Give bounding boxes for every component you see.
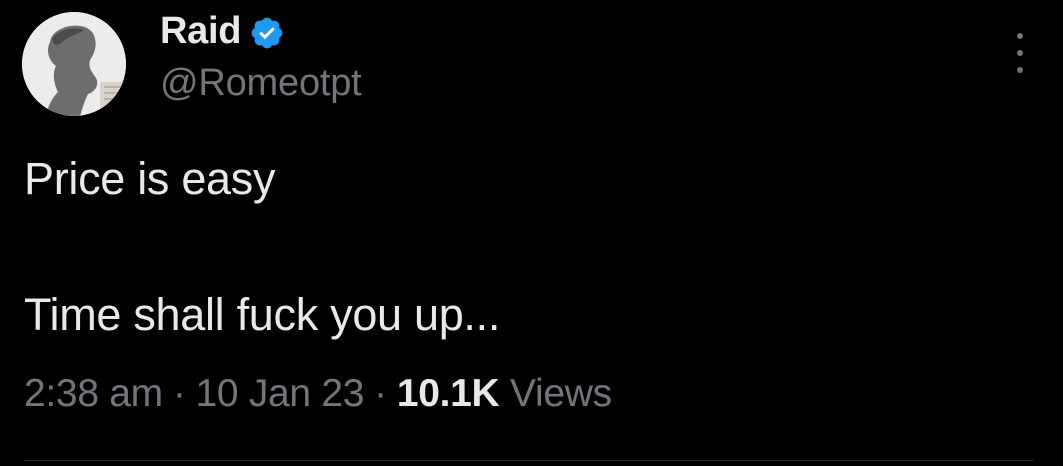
meta-separator: ·	[374, 372, 387, 415]
more-options-icon-dot	[1017, 67, 1023, 73]
tweet-text-line: Price is easy	[24, 153, 276, 204]
tweet-meta: 2:38 am · 10 Jan 23 · 10.1K Views	[24, 372, 612, 416]
views-label: Views	[509, 372, 612, 415]
tweet-card: Raid @Romeotpt Price is easy Time shall …	[0, 0, 1063, 466]
divider	[24, 460, 1033, 461]
avatar[interactable]	[22, 12, 126, 116]
more-options-button[interactable]	[1007, 33, 1033, 73]
tweet-text: Price is easy Time shall fuck you up...	[24, 145, 500, 349]
views-count[interactable]: 10.1K	[397, 372, 500, 416]
more-options-icon	[1017, 33, 1023, 39]
display-name[interactable]: Raid	[160, 10, 241, 53]
author-name-row[interactable]: Raid	[160, 8, 285, 54]
more-options-icon-dot	[1017, 50, 1023, 56]
tweet-text-line	[24, 213, 500, 281]
verified-badge-icon	[251, 17, 283, 49]
meta-separator: ·	[172, 372, 186, 415]
tweet-time[interactable]: 2:38 am	[24, 372, 163, 416]
tweet-text-line: Time shall fuck you up...	[24, 289, 501, 340]
tweet-date[interactable]: 10 Jan 23	[196, 372, 365, 416]
author-handle[interactable]: @Romeotpt	[160, 62, 362, 105]
